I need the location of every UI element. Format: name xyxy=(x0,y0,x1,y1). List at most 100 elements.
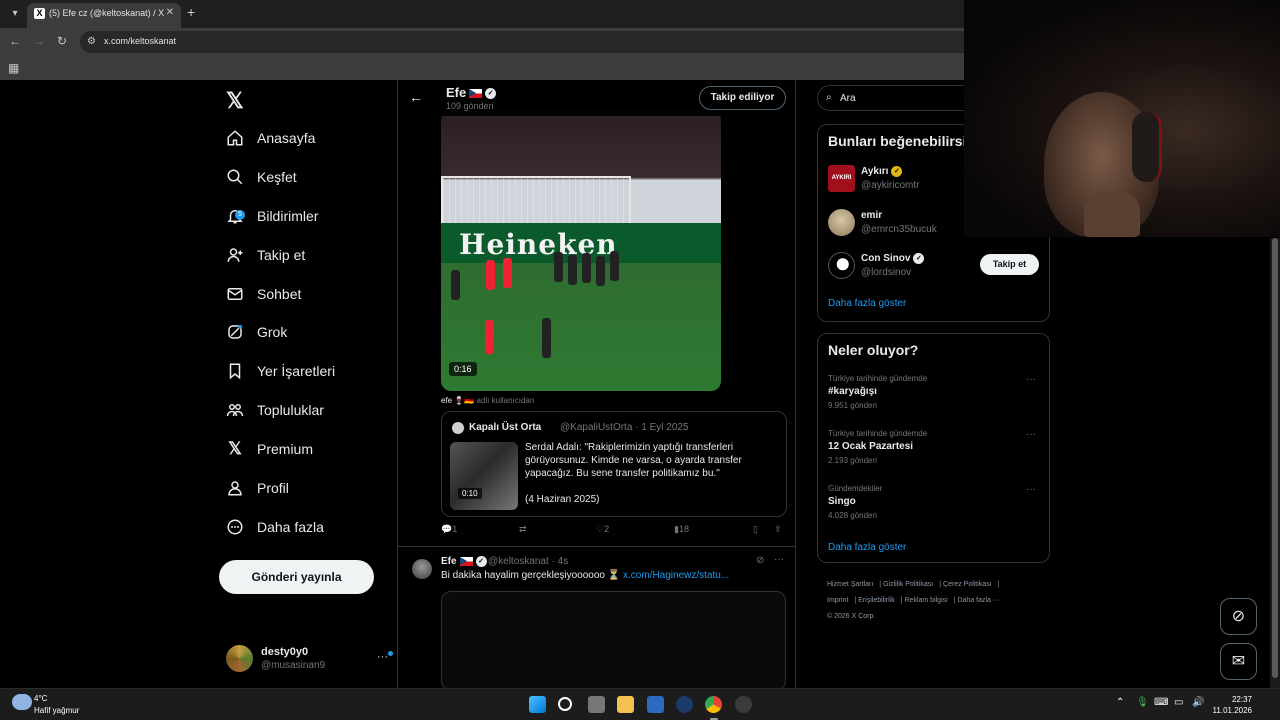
follow-button[interactable]: Takip et xyxy=(980,254,1039,275)
search-input[interactable]: ⌕ Ara xyxy=(817,85,967,111)
trend-item[interactable]: Türkiye tarihinde gündemde 12 Ocak Pazar… xyxy=(828,429,1043,469)
trend-topic: #karyağışı xyxy=(828,386,877,397)
apps-grid-icon[interactable]: ▦ xyxy=(8,61,19,75)
file-explorer-icon[interactable] xyxy=(617,696,634,713)
more-options-icon[interactable]: ··· xyxy=(1026,484,1036,495)
forward-icon[interactable]: → xyxy=(33,34,45,48)
footer-link[interactable]: Erişilebilirlik xyxy=(858,597,895,604)
app-icon[interactable] xyxy=(647,696,664,713)
left-navigation: 𝕏 Anasayfa Keşfet 5 Bildirimler Takip et… xyxy=(218,80,396,688)
player xyxy=(451,270,460,300)
show-more-link[interactable]: Daha fazla göster xyxy=(828,298,906,309)
tweet-author-name: Efe ✓ xyxy=(441,556,487,567)
quote-video-thumbnail[interactable]: 0:10 xyxy=(450,442,518,510)
nav-premium[interactable]: 𝕏 Premium xyxy=(218,433,313,465)
nav-profile[interactable]: Profil xyxy=(218,472,289,504)
avatar[interactable] xyxy=(412,559,432,579)
account-more-icon[interactable]: ··· xyxy=(377,651,388,663)
quoted-tweet[interactable]: Kapalı Üst Orta @KapaliUstOrta · 1 Eyl 2… xyxy=(441,411,787,517)
page-scrollbar[interactable] xyxy=(1270,238,1280,688)
nav-bookmarks[interactable]: Yer İşaretleri xyxy=(218,355,335,387)
grok-fab-button[interactable]: ⊘ xyxy=(1220,598,1257,635)
search-icon[interactable] xyxy=(558,697,572,711)
trend-topic: Singo xyxy=(828,496,856,507)
footer-link[interactable]: Reklam bilgisi xyxy=(905,597,948,604)
suggestion-handle: @emrcn35bucuk xyxy=(861,224,937,235)
trend-item[interactable]: Gündemdekiler Singo 4.028 gönderi ··· xyxy=(828,484,1043,524)
trend-topic: 12 Ocak Pazartesi xyxy=(828,441,914,452)
url-field[interactable]: ⚙ x.com/keltoskanat xyxy=(80,31,964,53)
reply-button[interactable]: 💬 1 xyxy=(441,524,457,535)
retweet-icon[interactable]: ⇄ xyxy=(519,524,527,535)
nav-more[interactable]: Daha fazla xyxy=(218,511,324,543)
nav-home[interactable]: Anasayfa xyxy=(218,122,315,154)
nav-communities[interactable]: Topluluklar xyxy=(218,394,324,426)
webcam-overlay xyxy=(964,0,1280,237)
nav-label: Profil xyxy=(257,480,289,496)
new-tab-icon[interactable]: + xyxy=(187,4,195,20)
task-view-icon[interactable] xyxy=(588,696,605,713)
nav-follow[interactable]: Takip et xyxy=(218,239,305,271)
start-icon[interactable] xyxy=(529,696,546,713)
suggestion-item[interactable]: Con Sinov ✓ @lordsinov Takip et xyxy=(828,252,1043,282)
tab-title: (5) Efe cz (@keltoskanat) / X xyxy=(49,8,165,18)
account-switcher[interactable]: desty0y0 @musasinan9 ··· xyxy=(226,643,393,673)
like-button[interactable]: ♡ 2 xyxy=(596,524,609,535)
back-arrow-icon[interactable]: ← xyxy=(409,89,423,105)
site-info-icon[interactable]: ⚙ xyxy=(87,36,96,47)
grok-icon[interactable]: ⊘ xyxy=(756,555,764,566)
keyboard-icon[interactable]: ⌨ xyxy=(1154,697,1168,708)
suggestion-name: emir xyxy=(861,210,883,221)
app-icon[interactable] xyxy=(735,696,752,713)
trend-item[interactable]: Türkiye tarihinde gündemde #karyağışı 9.… xyxy=(828,374,1043,414)
x-logo-icon[interactable]: 𝕏 xyxy=(226,88,244,114)
avatar xyxy=(226,645,253,672)
more-options-icon[interactable]: ··· xyxy=(1026,429,1036,440)
post-button[interactable]: Gönderi yayınla xyxy=(219,560,374,594)
nav-chat[interactable]: Sohbet xyxy=(218,278,301,310)
tweet-link[interactable]: x.com/Haginewz/statu... xyxy=(623,570,729,581)
nav-grok[interactable]: Grok xyxy=(218,316,287,348)
app-icon[interactable] xyxy=(676,696,693,713)
microphone-icon[interactable]: 🎙 xyxy=(1136,697,1149,708)
weather-icon[interactable] xyxy=(12,694,32,710)
search-placeholder: Ara xyxy=(840,93,856,104)
footer-link[interactable]: Hizmet Şartları xyxy=(827,581,873,588)
system-clock[interactable]: 22:37 11.01.2026 xyxy=(1212,694,1252,716)
volume-icon[interactable]: 🔊 xyxy=(1192,697,1204,708)
tray-chevron-icon[interactable]: ⌃ xyxy=(1116,697,1124,708)
more-options-icon[interactable]: ··· xyxy=(774,554,784,565)
footer-link[interactable]: Çerez Politikası xyxy=(943,581,992,588)
czech-flag-icon xyxy=(459,557,473,566)
tab-search-icon[interactable]: ▾ xyxy=(6,5,24,23)
tweet[interactable]: Efe ✓ @keltoskanat · 4s ⊘ ··· Bi dakika h… xyxy=(398,547,795,688)
tweet-video[interactable]: Heineken 0:16 xyxy=(441,110,721,391)
network-icon[interactable]: ▭ xyxy=(1174,697,1183,708)
quote-author-handle: @KapaliUstOrta · 1 Eyl 2025 xyxy=(560,422,689,433)
following-button[interactable]: Takip ediliyor xyxy=(699,86,786,110)
tweet-media[interactable] xyxy=(441,591,786,688)
trend-count: 2.193 gönderi xyxy=(828,456,877,465)
browser-tab[interactable]: X (5) Efe cz (@keltoskanat) / X ✕ xyxy=(27,3,181,28)
more-options-icon[interactable]: ··· xyxy=(1026,374,1036,385)
footer-link[interactable]: Imprint xyxy=(827,597,848,604)
nav-label: Bildirimler xyxy=(257,208,319,224)
video-attribution[interactable]: efe 🍷🇩🇪 adlı kullanıcıdan xyxy=(441,396,534,405)
close-tab-icon[interactable]: ✕ xyxy=(166,7,174,18)
back-icon[interactable]: ← xyxy=(9,34,21,48)
messages-fab-button[interactable]: ✉ xyxy=(1220,643,1257,680)
views-button[interactable]: ▮ 18 xyxy=(674,524,689,535)
show-more-link[interactable]: Daha fazla göster xyxy=(828,542,906,553)
chrome-icon[interactable] xyxy=(705,696,722,713)
reload-icon[interactable]: ↻ xyxy=(57,34,67,48)
trend-context: Türkiye tarihinde gündemde xyxy=(828,429,928,438)
footer-link[interactable]: Gizlilik Politikası xyxy=(883,581,933,588)
trend-context: Gündemdekiler xyxy=(828,484,883,493)
nav-explore[interactable]: Keşfet xyxy=(218,161,297,193)
aykiri-logo: AYKIRI xyxy=(828,165,855,192)
scrollbar-thumb[interactable] xyxy=(1272,238,1278,678)
footer-link[interactable]: Daha fazla ··· xyxy=(957,597,999,604)
nav-notifications[interactable]: 5 Bildirimler xyxy=(218,200,318,232)
share-icon[interactable]: ⇪ xyxy=(774,524,782,535)
bookmark-icon[interactable]: ▯ xyxy=(753,524,758,535)
